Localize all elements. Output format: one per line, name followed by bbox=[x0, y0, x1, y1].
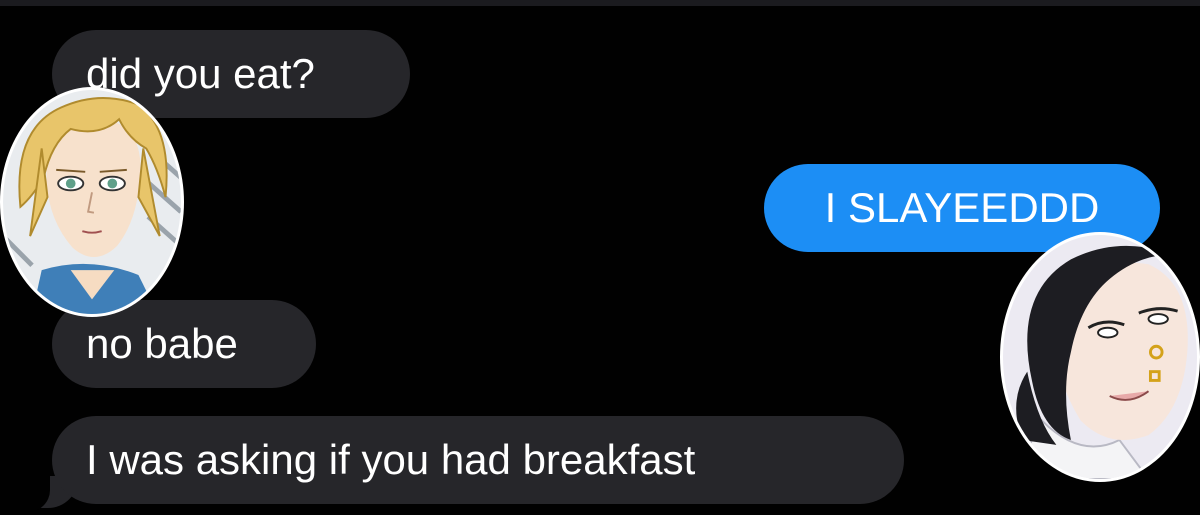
message-text: no babe bbox=[86, 320, 238, 367]
message-thread: did you eat? I SLAYEEDDD no babe I was a… bbox=[0, 0, 1200, 515]
avatar-illustration bbox=[1003, 235, 1197, 479]
avatar-illustration bbox=[3, 90, 181, 314]
message-text: I was asking if you had breakfast bbox=[86, 436, 696, 483]
blonde-anime-character-avatar-icon[interactable] bbox=[0, 87, 184, 317]
dark-haired-anime-character-avatar-icon[interactable] bbox=[1000, 232, 1200, 482]
incoming-message-bubble[interactable]: I was asking if you had breakfast bbox=[52, 416, 904, 504]
message-text: I SLAYEEDDD bbox=[824, 184, 1100, 231]
message-text: did you eat? bbox=[86, 50, 315, 97]
top-divider bbox=[0, 0, 1200, 6]
